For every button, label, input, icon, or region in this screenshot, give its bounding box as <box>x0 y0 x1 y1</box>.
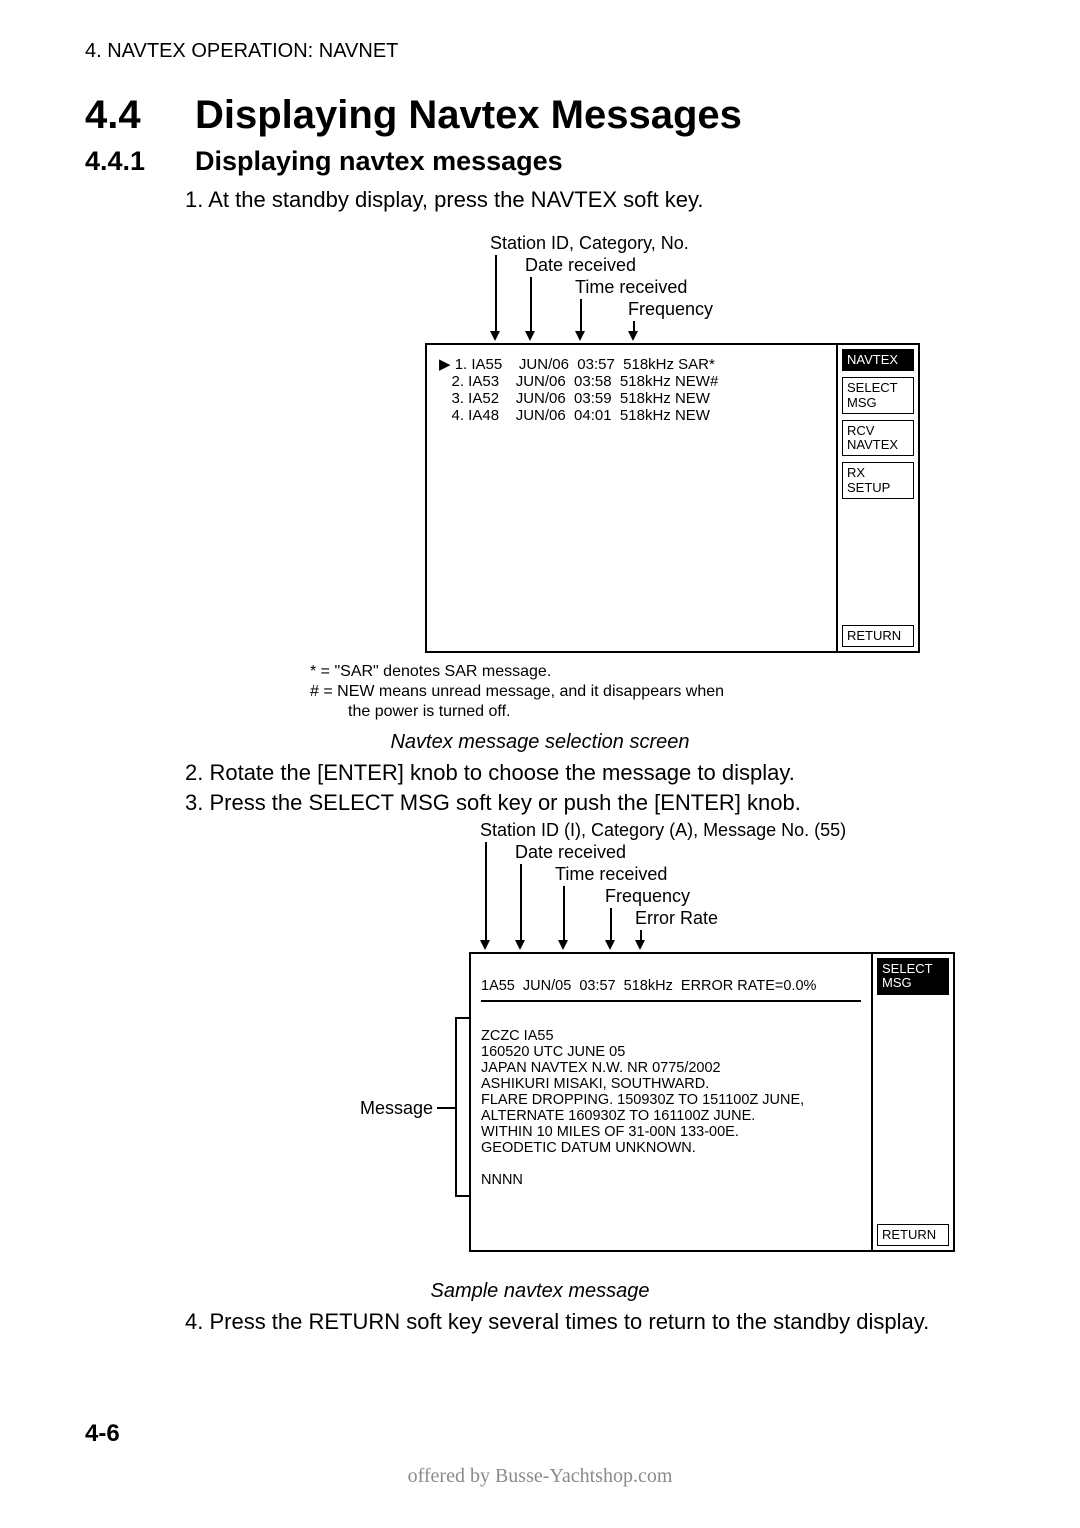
note-new: # = NEW means unread message, and it dis… <box>310 683 995 701</box>
callout-frequency: Frequency <box>628 299 713 320</box>
page-number: 4-6 <box>85 1420 120 1448</box>
message-list: ▶ 1. IA55 JUN/06 03:57 518kHz SAR* 2. IA… <box>427 345 836 434</box>
section-number: 4.4 <box>85 93 195 138</box>
navtex-screen: ▶ 1. IA55 JUN/06 03:57 518kHz SAR* 2. IA… <box>425 343 920 653</box>
softkey-return-2[interactable]: RETURN <box>877 1224 949 1246</box>
note-new-cont: the power is turned off. <box>310 703 995 721</box>
callout-time: Time received <box>575 277 687 298</box>
figure-navtex-message: Station ID (I), Category (A), Message No… <box>315 820 955 1270</box>
message-list-panel: ▶ 1. IA55 JUN/06 03:57 518kHz SAR* 2. IA… <box>427 345 838 651</box>
callout-station-id: Station ID, Category, No. <box>490 233 689 254</box>
callout2-station-id: Station ID (I), Category (A), Message No… <box>480 820 846 841</box>
section-title: Displaying Navtex Messages <box>195 93 742 137</box>
step-3: 3. Press the SELECT MSG soft key or push… <box>185 790 995 816</box>
softkey-return[interactable]: RETURN <box>842 625 914 647</box>
softkey-title-navtex: NAVTEX <box>842 349 914 371</box>
subsection-heading: 4.4.1Displaying navtex messages <box>85 146 995 177</box>
page-header: 4. NAVTEX OPERATION: NAVNET <box>85 40 995 63</box>
message-body: ZCZC IA55 160520 UTC JUNE 05 JAPAN NAVTE… <box>481 1028 861 1188</box>
message-header-line: 1A55 JUN/05 03:57 518kHz ERROR RATE=0.0% <box>481 978 861 1002</box>
subsection-number: 4.4.1 <box>85 146 195 177</box>
figure2-caption: Sample navtex message <box>85 1280 995 1303</box>
softkey-column-2: SELECT MSG RETURN <box>873 954 953 1250</box>
softkey-title-select-msg: SELECT MSG <box>877 958 949 995</box>
softkey-column: NAVTEX SELECT MSG RCV NAVTEX RX SETUP RE… <box>838 345 918 651</box>
figure1-notes: * = "SAR" denotes SAR message. # = NEW m… <box>310 663 995 721</box>
callout2-frequency: Frequency <box>605 886 690 907</box>
callout2-error-rate: Error Rate <box>635 908 718 929</box>
step-4: 4. Press the RETURN soft key several tim… <box>185 1309 995 1335</box>
step-2: 2. Rotate the [ENTER] knob to choose the… <box>185 760 995 786</box>
figure1-caption: Navtex message selection screen <box>85 731 995 754</box>
callout2-date: Date received <box>515 842 626 863</box>
softkey-rx-setup[interactable]: RX SETUP <box>842 462 914 499</box>
brace-label-message: Message <box>360 1098 433 1119</box>
note-sar: * = "SAR" denotes SAR message. <box>310 663 995 681</box>
page-footer: offered by Busse-Yachtshop.com <box>0 1465 1080 1488</box>
callout2-time: Time received <box>555 864 667 885</box>
navtex-message-screen: 1A55 JUN/05 03:57 518kHz ERROR RATE=0.0%… <box>469 952 955 1252</box>
callout-date: Date received <box>525 255 636 276</box>
section-heading: 4.4Displaying Navtex Messages <box>85 93 995 138</box>
softkey-rcv-navtex[interactable]: RCV NAVTEX <box>842 420 914 457</box>
softkey-select-msg[interactable]: SELECT MSG <box>842 377 914 414</box>
step-1: 1. At the standby display, press the NAV… <box>185 187 995 213</box>
figure-navtex-selection: Station ID, Category, No. Date received … <box>350 233 920 653</box>
message-panel: 1A55 JUN/05 03:57 518kHz ERROR RATE=0.0%… <box>471 954 873 1250</box>
subsection-title: Displaying navtex messages <box>195 146 563 176</box>
